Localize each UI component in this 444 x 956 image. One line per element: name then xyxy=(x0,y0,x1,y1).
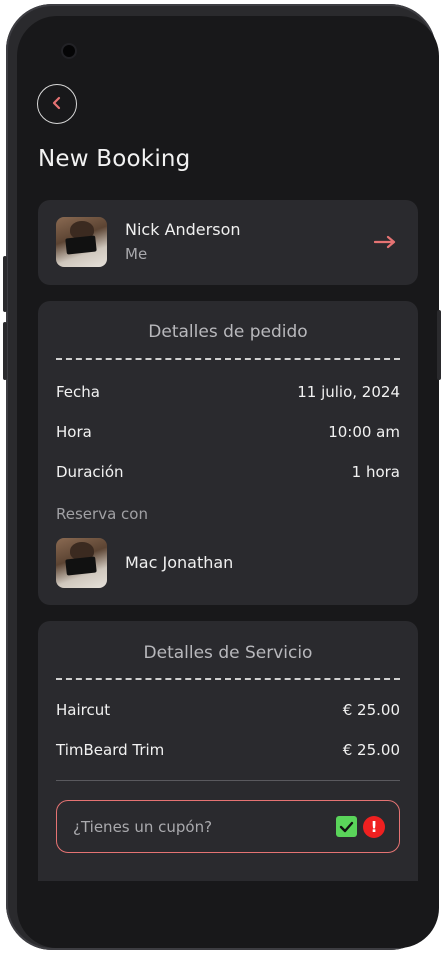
phone-frame: New Booking Nick Anderson Me Detalles de… xyxy=(6,4,439,950)
detail-value: 1 hora xyxy=(351,463,400,481)
service-price: € 25.00 xyxy=(342,741,400,759)
arrow-right-icon[interactable] xyxy=(373,234,396,253)
back-button[interactable] xyxy=(37,84,77,124)
order-details-card: Detalles de pedido Fecha 11 julio, 2024 … xyxy=(38,301,418,605)
page-title: New Booking xyxy=(38,146,191,172)
detail-label: Hora xyxy=(56,423,92,441)
power-button xyxy=(437,310,441,380)
divider xyxy=(56,780,400,781)
service-price: € 25.00 xyxy=(342,701,400,719)
detail-row-date: Fecha 11 julio, 2024 xyxy=(56,383,400,401)
detail-row-time: Hora 10:00 am xyxy=(56,423,400,441)
alert-icon: ! xyxy=(363,815,385,838)
service-row: Haircut € 25.00 xyxy=(56,701,400,719)
volume-button xyxy=(3,256,7,312)
dashed-divider xyxy=(56,678,400,680)
screen: New Booking Nick Anderson Me Detalles de… xyxy=(17,16,439,948)
service-name: Haircut xyxy=(56,701,111,719)
client-relation: Me xyxy=(125,245,148,263)
detail-row-duration: Duración 1 hora xyxy=(56,463,400,481)
check-icon[interactable] xyxy=(336,816,357,837)
detail-label: Duración xyxy=(56,463,124,481)
service-details-title: Detalles de Servicio xyxy=(143,643,313,663)
coupon-input[interactable] xyxy=(71,816,336,837)
order-details-title: Detalles de pedido xyxy=(148,322,308,342)
coupon-field[interactable]: ! xyxy=(56,800,400,853)
client-name: Nick Anderson xyxy=(125,220,241,239)
service-name: TimBeard Trim xyxy=(56,741,165,759)
detail-value: 11 julio, 2024 xyxy=(297,383,400,401)
dashed-divider xyxy=(56,358,400,360)
detail-value: 10:00 am xyxy=(328,423,400,441)
service-row: TimBeard Trim € 25.00 xyxy=(56,741,400,759)
detail-label: Fecha xyxy=(56,383,100,401)
chevron-left-icon xyxy=(51,95,63,114)
volume-button xyxy=(3,322,7,380)
staff-avatar xyxy=(56,538,107,588)
camera-icon xyxy=(63,45,75,57)
service-details-card: Detalles de Servicio Haircut € 25.00 Tim… xyxy=(38,621,418,881)
staff-name: Mac Jonathan xyxy=(125,553,234,572)
booked-with-label: Reserva con xyxy=(56,505,148,523)
client-avatar xyxy=(56,217,107,267)
client-card[interactable]: Nick Anderson Me xyxy=(38,200,418,285)
